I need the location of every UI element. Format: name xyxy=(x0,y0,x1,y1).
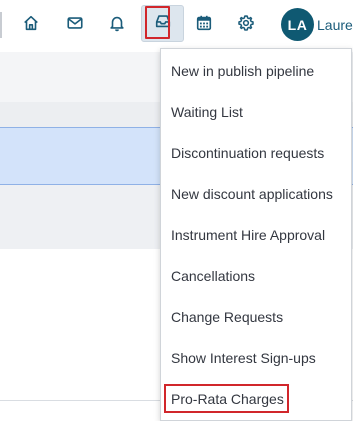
messages-button[interactable] xyxy=(59,10,91,40)
calendar-icon xyxy=(195,14,213,37)
user-avatar[interactable]: LA xyxy=(281,8,314,41)
menu-item-instrument-hire-approval[interactable]: Instrument Hire Approval xyxy=(171,227,325,243)
inbox-button[interactable] xyxy=(141,5,184,42)
bell-icon xyxy=(108,14,126,37)
top-navigation-bar: LA Laure xyxy=(0,0,353,52)
mail-icon xyxy=(66,14,84,37)
menu-item-pro-rata-charges[interactable]: Pro-Rata Charges xyxy=(171,391,284,407)
menu-item-new-discount-applications[interactable]: New discount applications xyxy=(171,186,333,202)
avatar-initials: LA xyxy=(287,16,308,33)
home-button[interactable] xyxy=(15,10,47,40)
inbox-tray-icon xyxy=(154,12,172,35)
menu-item-change-requests[interactable]: Change Requests xyxy=(171,309,283,325)
menu-item-new-in-publish-pipeline[interactable]: New in publish pipeline xyxy=(171,63,314,79)
calendar-button[interactable] xyxy=(188,10,220,40)
user-name[interactable]: Laure xyxy=(317,17,353,33)
page: LA Laure New in publish pipeline Waiting… xyxy=(0,0,353,421)
menu-item-show-interest-sign-ups[interactable]: Show Interest Sign-ups xyxy=(171,350,316,366)
notifications-button[interactable] xyxy=(101,10,133,40)
gear-icon xyxy=(237,14,255,37)
menu-item-cancellations[interactable]: Cancellations xyxy=(171,268,255,284)
inbox-dropdown-menu: New in publish pipeline Waiting List Dis… xyxy=(160,48,352,421)
home-icon xyxy=(22,14,40,37)
settings-button[interactable] xyxy=(230,10,262,40)
divider xyxy=(0,12,2,38)
menu-item-discontinuation-requests[interactable]: Discontinuation requests xyxy=(171,145,324,161)
menu-item-waiting-list[interactable]: Waiting List xyxy=(171,104,243,120)
